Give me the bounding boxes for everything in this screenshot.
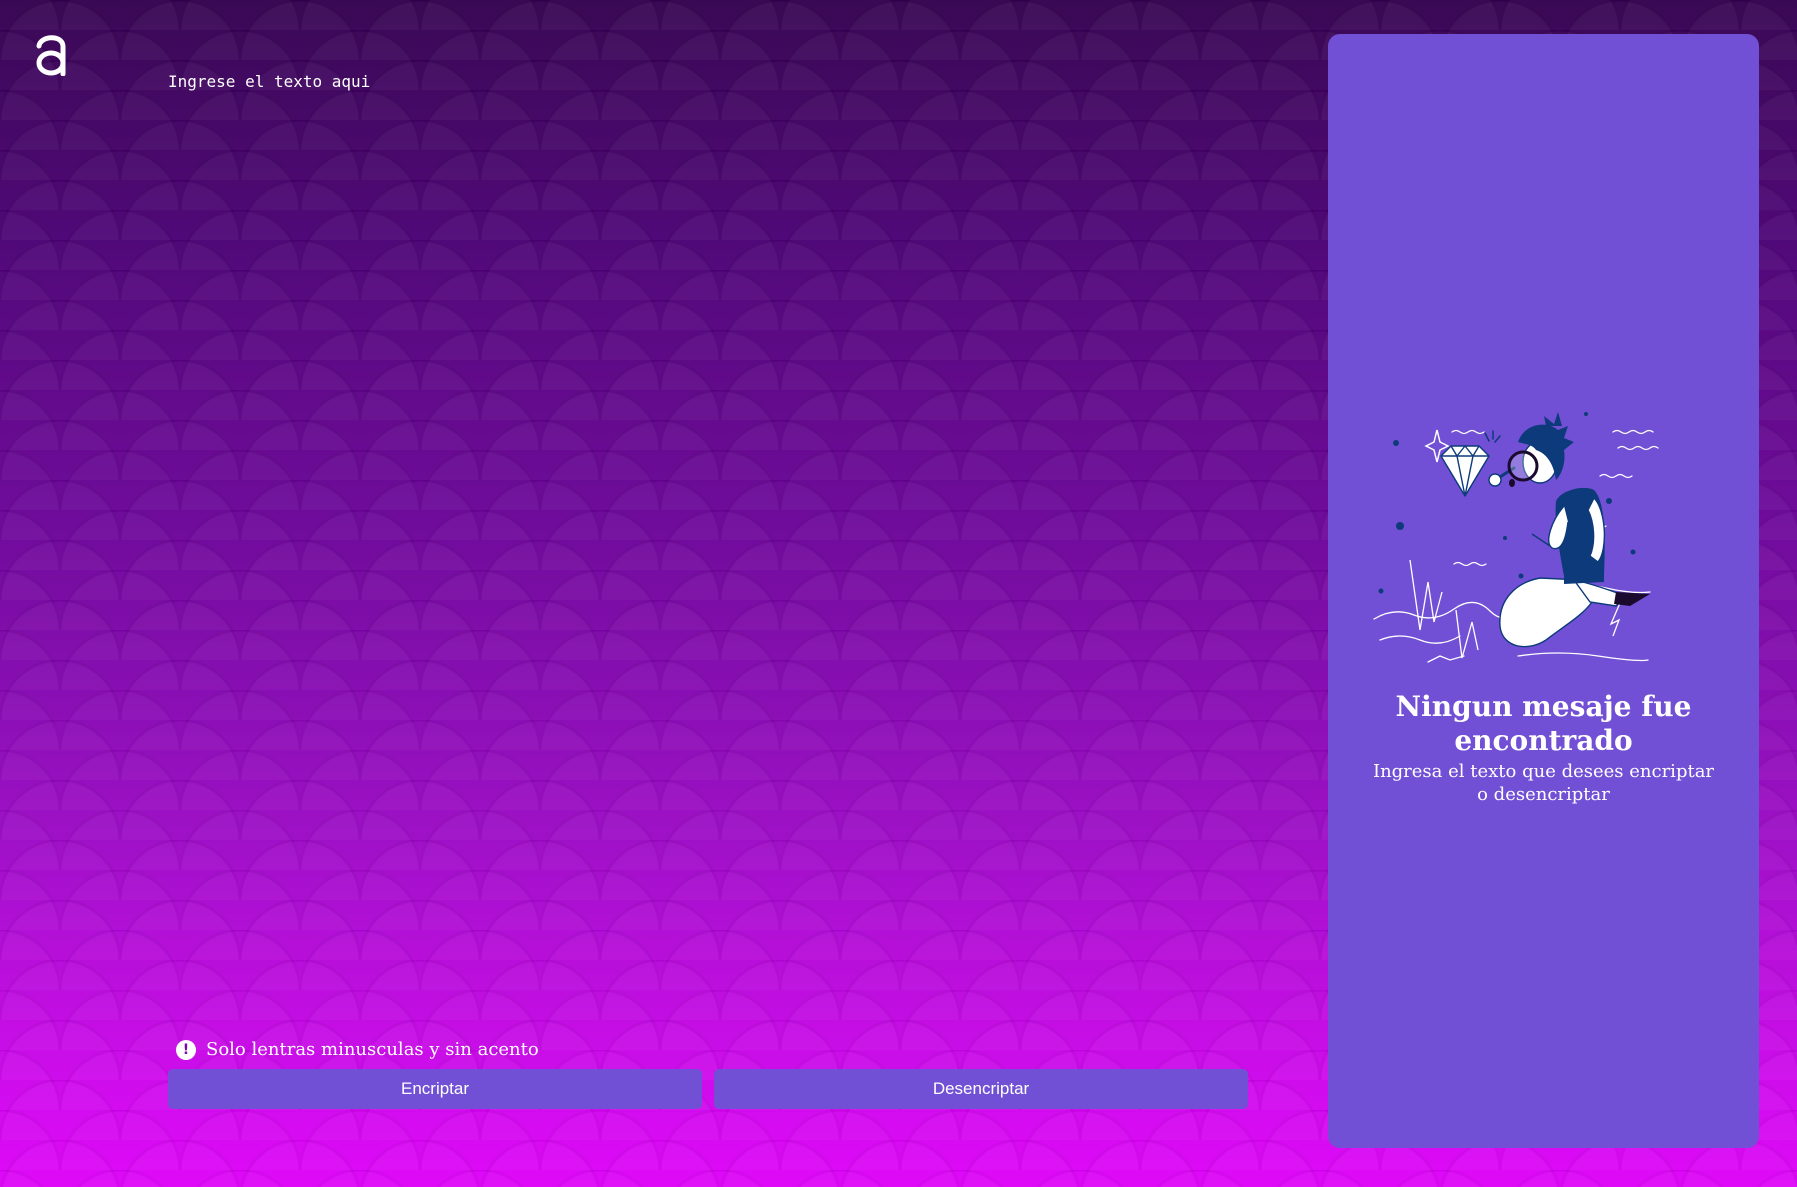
input-hint: ! Solo lentras minusculas y sin acento <box>176 1039 539 1060</box>
empty-state-title: Ningun mesaje fue encontrado <box>1395 690 1692 757</box>
hint-text: Solo lentras minusculas y sin acento <box>206 1039 539 1060</box>
decrypt-button[interactable]: Desencriptar <box>714 1069 1248 1109</box>
empty-state-subtitle: Ingresa el texto que desees encriptar o … <box>1372 761 1715 805</box>
person-with-magnifier-and-diamond-illustration <box>1373 412 1659 663</box>
output-panel: Ningun mesaje fue encontrado Ingresa el … <box>1328 34 1759 1148</box>
alura-logo-icon <box>36 35 66 76</box>
encrypt-button[interactable]: Encriptar <box>168 1069 702 1109</box>
message-input[interactable] <box>168 72 1248 1012</box>
exclamation-circle-icon: ! <box>176 1039 196 1060</box>
